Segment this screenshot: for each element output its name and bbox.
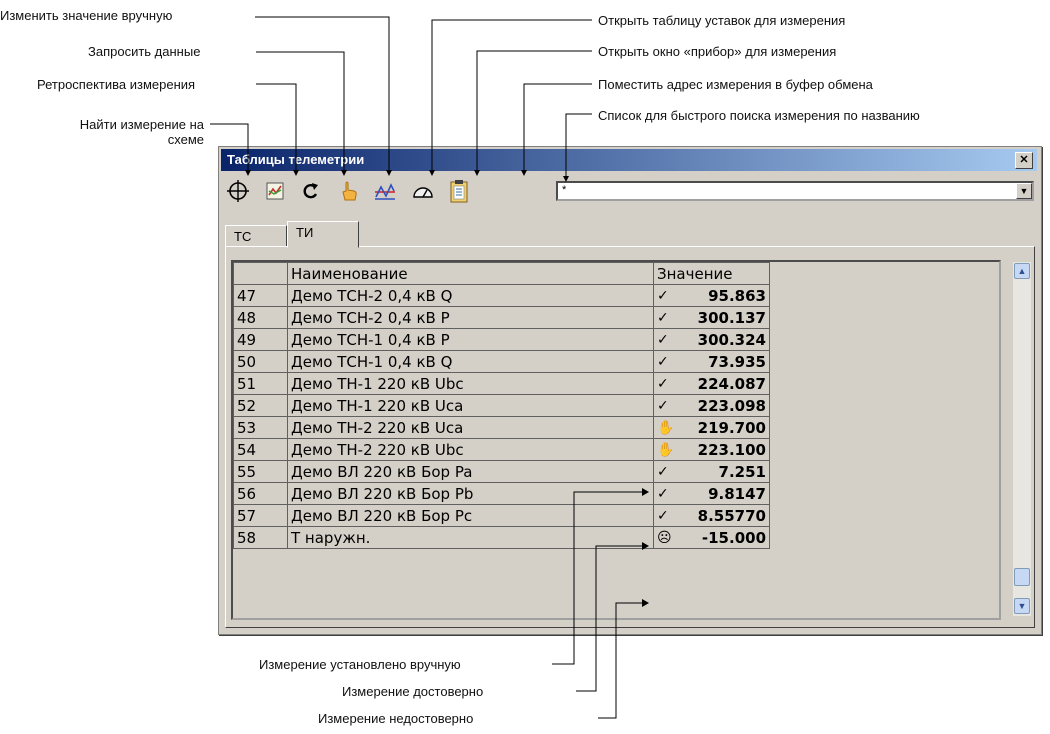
tab-ti[interactable]: ТИ <box>287 221 359 248</box>
callout-lines <box>210 16 649 719</box>
